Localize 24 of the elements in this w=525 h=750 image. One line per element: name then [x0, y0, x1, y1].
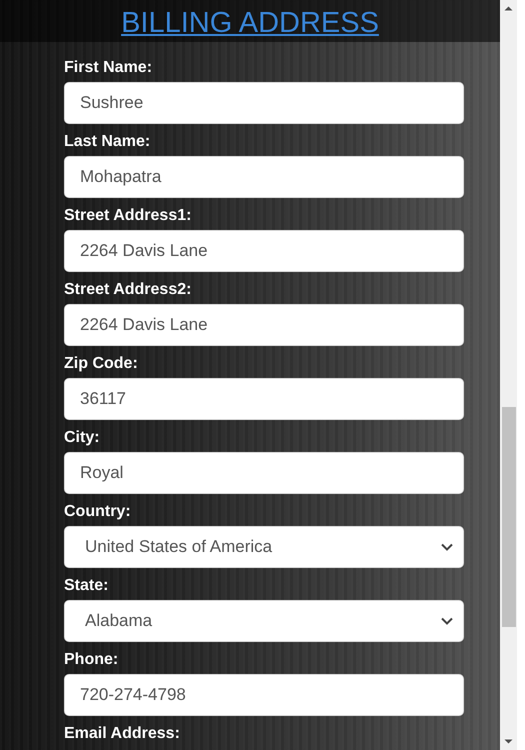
- chevron-down-icon: [441, 543, 453, 551]
- text-field[interactable]: Mohapatra: [64, 156, 464, 198]
- text-field[interactable]: 720-274-4798: [64, 674, 464, 716]
- field-label: Street Address1:: [64, 206, 192, 226]
- dropdown[interactable]: Alabama: [64, 600, 464, 642]
- field-label: State:: [64, 576, 110, 596]
- field-label: Email Address:: [64, 724, 181, 744]
- text-field[interactable]: 2264 Davis Lane: [64, 304, 464, 346]
- scrollbar[interactable]: [500, 0, 517, 750]
- text-field[interactable]: 2264 Davis Lane: [64, 230, 464, 272]
- field-label: City:: [64, 428, 101, 448]
- field-label: First Name:: [64, 58, 154, 78]
- chevron-down-icon: [441, 617, 453, 625]
- field-label: Last Name:: [64, 132, 152, 152]
- field-label: Country:: [64, 502, 132, 522]
- text-field[interactable]: Royal: [64, 452, 464, 494]
- page-title: BILLING ADDRESS: [121, 6, 379, 41]
- field-label: Zip Code:: [64, 354, 139, 374]
- scroll-thumb[interactable]: [502, 407, 516, 627]
- field-label: Phone:: [64, 650, 120, 670]
- text-field[interactable]: Sushree: [64, 82, 464, 124]
- dropdown[interactable]: United States of America: [64, 526, 464, 568]
- field-label: Street Address2:: [64, 280, 192, 300]
- text-field[interactable]: 36117: [64, 378, 464, 420]
